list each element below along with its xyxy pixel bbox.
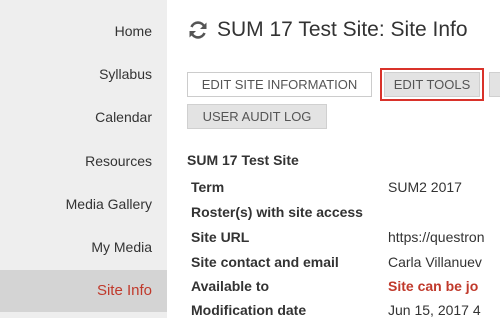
toolbar: EDIT SITE INFORMATION EDIT TOOLS USER AU… xyxy=(187,64,500,134)
sidebar-item-site-info[interactable]: Site Info xyxy=(0,270,167,312)
edit-site-information-button[interactable]: EDIT SITE INFORMATION xyxy=(187,72,372,97)
sidebar-item-media-gallery[interactable]: Media Gallery xyxy=(0,193,167,215)
info-value: SUM2 2017 xyxy=(388,179,462,195)
info-label: Site contact and email xyxy=(191,254,339,270)
info-value[interactable]: https://questron xyxy=(388,229,485,245)
edit-tools-button[interactable]: EDIT TOOLS xyxy=(380,68,484,101)
sidebar-item-resources[interactable]: Resources xyxy=(0,150,167,172)
site-section-title: SUM 17 Test Site xyxy=(187,152,299,168)
info-row-modification-date: Modification date Jun 15, 2017 4 xyxy=(191,302,500,318)
app-window: Home Syllabus Calendar Resources Media G… xyxy=(0,0,500,318)
sidebar-item-my-media[interactable]: My Media xyxy=(0,236,167,258)
info-row-term: Term SUM2 2017 xyxy=(191,179,500,201)
page-title: SUM 17 Test Site: Site Info xyxy=(217,18,468,41)
info-label: Term xyxy=(191,179,225,195)
info-row-site-url: Site URL https://questron xyxy=(191,229,500,251)
info-row-available-to: Available to Site can be jo xyxy=(191,278,500,300)
user-audit-log-button[interactable]: USER AUDIT LOG xyxy=(187,104,327,129)
main-content: SUM 17 Test Site: Site Info EDIT SITE IN… xyxy=(167,0,500,318)
sidebar: Home Syllabus Calendar Resources Media G… xyxy=(0,0,167,318)
sidebar-item-syllabus[interactable]: Syllabus xyxy=(0,63,167,85)
more-tools-button[interactable] xyxy=(489,72,500,97)
info-value[interactable]: Carla Villanuev xyxy=(388,254,482,270)
sidebar-item-calendar[interactable]: Calendar xyxy=(0,106,167,128)
info-label: Roster(s) with site access xyxy=(191,204,363,220)
page-header: SUM 17 Test Site: Site Info xyxy=(187,18,468,42)
sidebar-item-home[interactable]: Home xyxy=(0,20,167,42)
refresh-icon[interactable] xyxy=(187,19,209,41)
info-value: Site can be jo xyxy=(388,278,479,294)
info-label: Available to xyxy=(191,278,270,294)
info-value: Jun 15, 2017 4 xyxy=(388,302,481,318)
info-label: Site URL xyxy=(191,229,250,245)
info-row-rosters: Roster(s) with site access xyxy=(191,204,500,226)
info-label: Modification date xyxy=(191,302,307,318)
info-row-site-contact: Site contact and email Carla Villanuev xyxy=(191,254,500,276)
